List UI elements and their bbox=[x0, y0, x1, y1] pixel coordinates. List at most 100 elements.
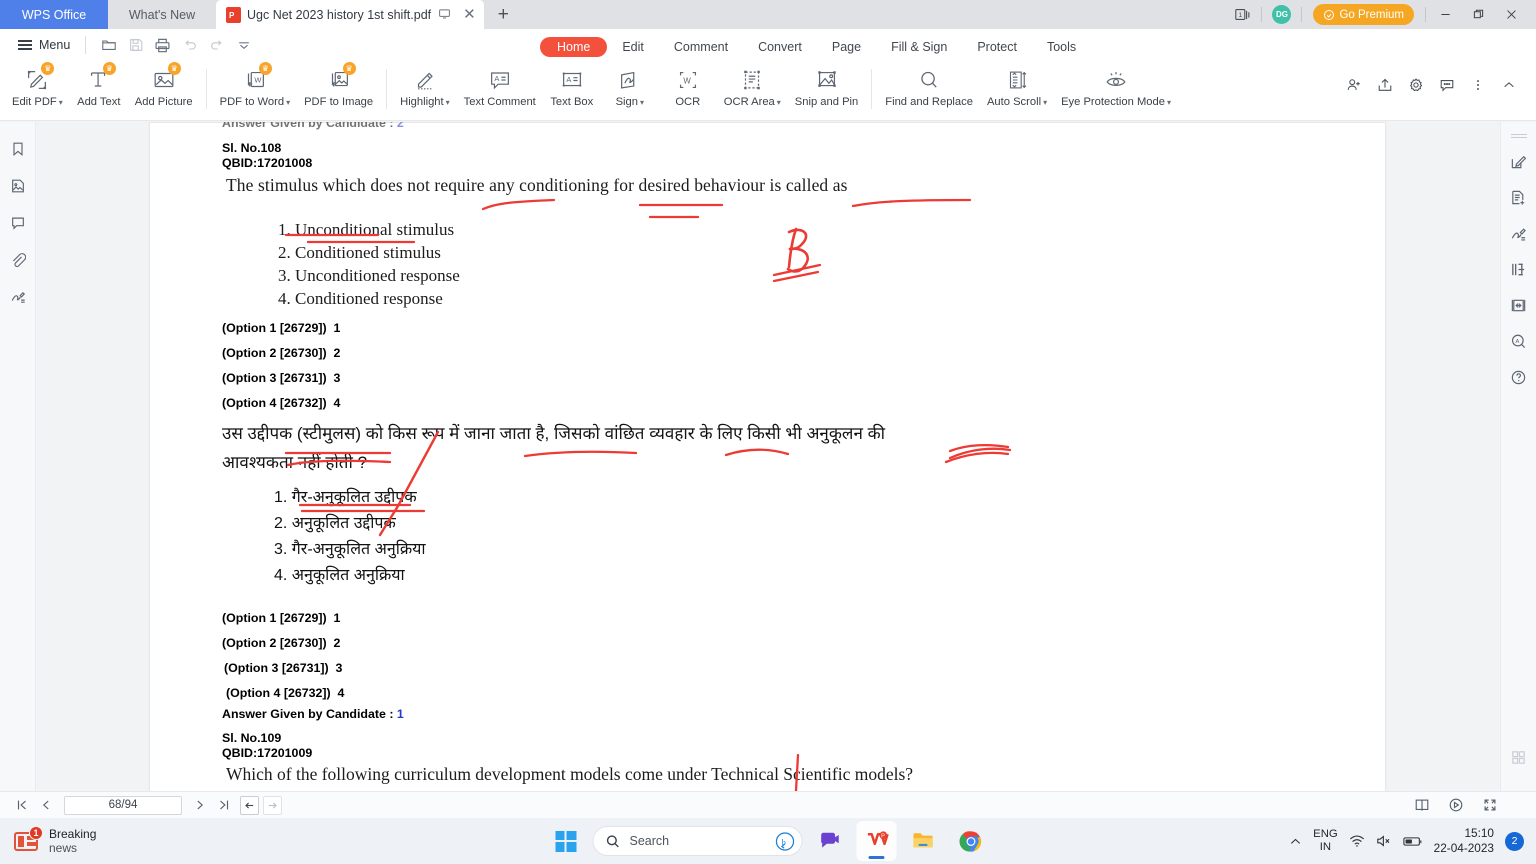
sign-panel-icon[interactable] bbox=[1506, 220, 1532, 246]
page-number-input[interactable]: 68/94 bbox=[64, 795, 182, 815]
premium-badge-icon: ♛ bbox=[342, 62, 356, 75]
fullscreen-icon[interactable] bbox=[1478, 794, 1502, 816]
print-icon[interactable] bbox=[149, 33, 176, 57]
edit-panel-icon[interactable] bbox=[1506, 148, 1532, 174]
split-merge-icon[interactable] bbox=[1506, 256, 1532, 282]
option-id-row: (Option 4 [26732]) 4 bbox=[226, 686, 345, 700]
ribbon-button-pdf-to-word[interactable]: W ♛ PDF to Word ▾ bbox=[213, 61, 297, 119]
taskbar-search[interactable]: Search b bbox=[592, 826, 803, 856]
ribbon-tab-edit[interactable]: Edit bbox=[607, 37, 659, 57]
close-tab-icon[interactable]: ✕ bbox=[463, 7, 476, 22]
file-explorer-icon[interactable] bbox=[904, 821, 944, 861]
battery-icon[interactable] bbox=[1403, 835, 1423, 848]
ribbon-button-text-box[interactable]: A Text Box bbox=[543, 61, 601, 119]
ribbon-button-eye-protection-mode[interactable]: Eye Protection Mode ▾ bbox=[1054, 61, 1178, 119]
undo-icon[interactable] bbox=[176, 33, 203, 57]
text-comment-icon: A bbox=[487, 65, 513, 95]
settings-icon[interactable] bbox=[1402, 73, 1429, 97]
thumbnail-icon[interactable] bbox=[5, 174, 31, 198]
attachment-icon[interactable] bbox=[5, 248, 31, 272]
ribbon-tab-page[interactable]: Page bbox=[817, 37, 876, 57]
bing-chat-icon[interactable]: b bbox=[774, 831, 795, 851]
tab-stack-icon[interactable]: 1 bbox=[1228, 0, 1258, 29]
ribbon-button-snip-and-pin[interactable]: Snip and Pin bbox=[788, 61, 865, 119]
ribbon-button-add-picture[interactable]: ♛ Add Picture bbox=[128, 61, 200, 119]
screen-icon[interactable] bbox=[438, 7, 451, 23]
news-widget[interactable]: 1 Breaking news bbox=[0, 826, 97, 855]
previous-answer-line: Answer Given by Candidate : 2 bbox=[222, 122, 404, 130]
chrome-icon[interactable] bbox=[951, 821, 991, 861]
question-108-qbid: QBID:17201008 bbox=[222, 156, 313, 170]
notification-badge[interactable]: 2 bbox=[1505, 831, 1524, 851]
signature-icon[interactable] bbox=[5, 285, 31, 309]
avatar[interactable]: DG bbox=[1272, 5, 1292, 24]
insert-page-icon[interactable] bbox=[1506, 184, 1532, 210]
svg-text:A: A bbox=[494, 74, 499, 83]
previous-view-button[interactable] bbox=[240, 795, 259, 815]
ribbon-tab-convert[interactable]: Convert bbox=[743, 37, 817, 57]
question-109-stem: Which of the following curriculum develo… bbox=[226, 764, 914, 784]
comment-icon[interactable] bbox=[5, 211, 31, 235]
tab-document-pdf[interactable]: P Ugc Net 2023 history 1st shift.pdf ✕ bbox=[216, 0, 484, 29]
go-premium-button[interactable]: Go Premium bbox=[1313, 4, 1414, 25]
question-108-sl-no: Sl. No.108 bbox=[222, 141, 282, 155]
ribbon-tab-fill-and-sign[interactable]: Fill & Sign bbox=[876, 37, 962, 57]
menu-button[interactable]: Menu bbox=[12, 35, 76, 55]
add-user-icon[interactable] bbox=[1340, 73, 1367, 97]
presentation-icon[interactable] bbox=[1444, 794, 1468, 816]
bookmark-icon[interactable] bbox=[5, 137, 31, 161]
customize-quick-access-icon[interactable] bbox=[230, 33, 257, 57]
save-icon[interactable] bbox=[122, 33, 149, 57]
help-icon[interactable] bbox=[1506, 364, 1532, 390]
ribbon-button-text-comment[interactable]: A Text Comment bbox=[457, 61, 543, 119]
clock-date: 22-04-2023 bbox=[1433, 841, 1494, 855]
ribbon-button-pdf-to-image[interactable]: ♛ PDF to Image bbox=[297, 61, 380, 119]
compress-icon[interactable] bbox=[1506, 292, 1532, 318]
ribbon-tab-protect[interactable]: Protect bbox=[962, 37, 1032, 57]
ribbon-button-sign[interactable]: Sign ▾ bbox=[601, 61, 659, 119]
clock[interactable]: 15:10 22-04-2023 bbox=[1434, 826, 1494, 856]
language-indicator[interactable]: ENG IN bbox=[1313, 828, 1337, 854]
last-page-button[interactable] bbox=[212, 794, 236, 816]
open-file-icon[interactable] bbox=[95, 33, 122, 57]
ribbon-button-ocr[interactable]: W OCR bbox=[659, 61, 717, 119]
panel-resize-handle[interactable] bbox=[1510, 132, 1527, 140]
ribbon-button-add-text[interactable]: ♛ Add Text bbox=[70, 61, 128, 119]
ribbon-button-find-and-replace[interactable]: Find and Replace bbox=[878, 61, 980, 119]
next-view-button[interactable] bbox=[263, 795, 282, 815]
wps-office-icon[interactable]: P bbox=[856, 821, 897, 861]
previous-page-button[interactable] bbox=[34, 794, 58, 816]
ribbon-tab-tools[interactable]: Tools bbox=[1032, 37, 1091, 57]
ribbon-button-edit-pdf[interactable]: ♛ Edit PDF ▾ bbox=[5, 61, 70, 119]
minimize-button[interactable] bbox=[1429, 0, 1462, 29]
new-tab-button[interactable]: + bbox=[484, 0, 523, 29]
close-window-button[interactable] bbox=[1495, 0, 1528, 29]
divider bbox=[1301, 7, 1303, 22]
tray-overflow-icon[interactable] bbox=[1289, 835, 1302, 848]
tab-whats-new[interactable]: What's New bbox=[108, 0, 216, 29]
first-page-button[interactable] bbox=[10, 794, 34, 816]
more-options-icon[interactable] bbox=[1464, 73, 1491, 97]
ribbon-button-highlight[interactable]: Highlight ▾ bbox=[393, 61, 457, 119]
document-viewport[interactable]: Answer Given by Candidate : 2 Sl. No.108… bbox=[36, 122, 1500, 791]
maximize-restore-button[interactable] bbox=[1462, 0, 1495, 29]
news-title: Breaking bbox=[49, 827, 97, 841]
volume-muted-icon[interactable] bbox=[1376, 834, 1392, 848]
next-page-button[interactable] bbox=[188, 794, 212, 816]
ribbon-tab-comment[interactable]: Comment bbox=[659, 37, 743, 57]
app-grid-icon[interactable] bbox=[1510, 749, 1527, 771]
ribbon-button-ocr-area[interactable]: OCR Area ▾ bbox=[717, 61, 788, 119]
chat-icon[interactable] bbox=[810, 821, 850, 861]
reading-mode-icon[interactable] bbox=[1410, 794, 1434, 816]
windows-start-icon[interactable] bbox=[546, 821, 586, 861]
feedback-icon[interactable] bbox=[1433, 73, 1460, 97]
tab-wps-office[interactable]: WPS Office bbox=[0, 0, 108, 29]
share-icon[interactable] bbox=[1371, 73, 1398, 97]
collapse-ribbon-icon[interactable] bbox=[1495, 73, 1522, 97]
wifi-icon[interactable] bbox=[1349, 834, 1365, 848]
ribbon-label: Sign ▾ bbox=[615, 96, 644, 108]
redo-icon[interactable] bbox=[203, 33, 230, 57]
ocr-panel-icon[interactable]: A bbox=[1506, 328, 1532, 354]
ribbon-tab-home[interactable]: Home bbox=[540, 37, 608, 57]
ribbon-button-auto-scroll[interactable]: Auto Scroll ▾ bbox=[980, 61, 1054, 119]
